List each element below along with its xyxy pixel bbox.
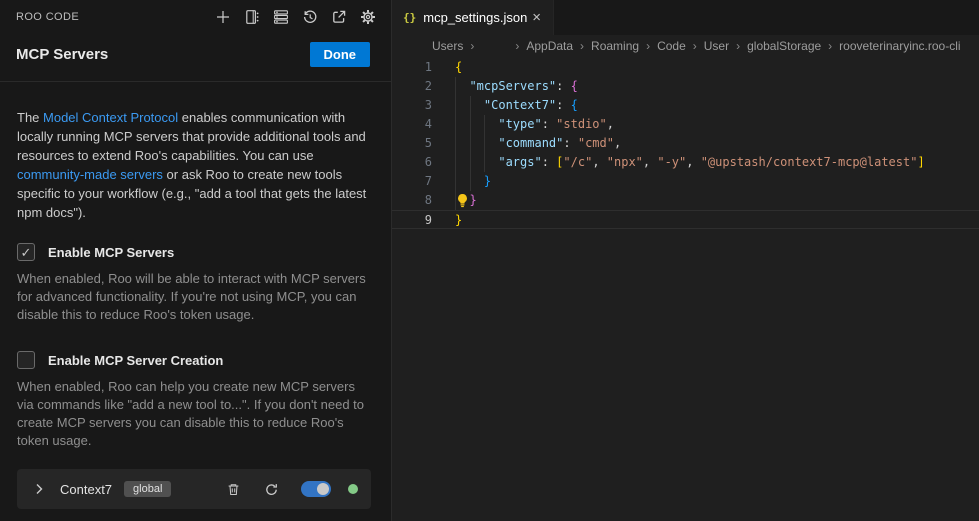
breadcrumb-separator-icon: › (646, 39, 650, 53)
open-in-editor-icon[interactable] (330, 8, 348, 26)
code-text: "command": "cmd", (432, 134, 621, 153)
line-number: 8 (392, 191, 432, 210)
code-text: "args": ["/c", "npx", "-y", "@upstash/co… (432, 153, 925, 172)
mcp-server-icon[interactable] (272, 8, 290, 26)
roo-code-panel: ROO CODE (0, 0, 392, 521)
breadcrumb-separator-icon: › (693, 39, 697, 53)
enable-mcp-creation-checkbox[interactable] (17, 351, 35, 369)
enable-mcp-servers-checkbox[interactable]: ✓ (17, 243, 35, 261)
breadcrumb-item[interactable]: Code (657, 39, 686, 53)
toggle-knob (317, 483, 329, 495)
breadcrumb-separator-icon: › (828, 39, 832, 53)
line-number: 4 (392, 115, 432, 134)
lightbulb-icon[interactable] (456, 193, 469, 208)
breadcrumb-separator-icon: › (515, 39, 519, 53)
editor-pane: {} mcp_settings.json × Users › › AppData › Ro… (392, 0, 979, 521)
code-text: } (432, 211, 462, 228)
close-tab-icon[interactable]: × (530, 10, 543, 25)
enable-mcp-creation-label: Enable MCP Server Creation (48, 353, 223, 368)
code-text: { (432, 58, 462, 77)
server-row-context7: Context7 global (17, 469, 371, 509)
breadcrumb-item[interactable]: User (704, 39, 729, 53)
line-number: 1 (392, 58, 432, 77)
breadcrumb-item[interactable]: AppData (526, 39, 573, 53)
enable-mcp-creation-description: When enabled, Roo can help you create ne… (17, 378, 369, 450)
code-line: 9} (392, 210, 979, 229)
code-text: "Context7": { (432, 96, 578, 115)
breadcrumb-item[interactable]: globalStorage (747, 39, 821, 53)
tab-mcp-settings-json[interactable]: {} mcp_settings.json × (392, 0, 554, 35)
code-text: "mcpServers": { (432, 77, 578, 96)
server-name: Context7 (60, 482, 112, 497)
code-line: 4 "type": "stdio", (392, 115, 979, 134)
panel-toolbar (214, 8, 377, 26)
intro-paragraph: The Model Context Protocol enables commu… (17, 108, 373, 222)
breadcrumb-separator-icon: › (736, 39, 740, 53)
notebook-icon[interactable] (243, 8, 261, 26)
code-line: 8 } (392, 191, 979, 210)
server-enabled-toggle[interactable] (301, 481, 331, 497)
settings-gear-icon[interactable] (359, 8, 377, 26)
code-text: "type": "stdio", (432, 115, 614, 134)
line-number: 9 (392, 211, 432, 228)
code-line: 6 "args": ["/c", "npx", "-y", "@upstash/… (392, 153, 979, 172)
text-link[interactable]: community-made servers (17, 167, 163, 182)
server-scope-badge: global (124, 481, 171, 497)
breadcrumb-separator-icon: › (470, 39, 474, 53)
enable-mcp-creation-section: Enable MCP Server Creation When enabled,… (17, 351, 371, 450)
chevron-right-icon[interactable] (30, 480, 48, 498)
code-line: 5 "command": "cmd", (392, 134, 979, 153)
breadcrumb-separator-icon: › (580, 39, 584, 53)
done-button[interactable]: Done (310, 42, 371, 67)
code-text: } (432, 191, 477, 210)
code-line: 1{ (392, 58, 979, 77)
panel-title: ROO CODE (16, 11, 79, 23)
breadcrumb: Users › › AppData › Roaming › Code › User › globalS… (392, 35, 979, 57)
page-title: MCP Servers (16, 46, 108, 63)
json-file-icon: {} (403, 11, 416, 24)
enable-mcp-servers-label: Enable MCP Servers (48, 245, 174, 260)
line-number: 6 (392, 153, 432, 172)
enable-mcp-servers-section: ✓ Enable MCP Servers When enabled, Roo w… (17, 243, 371, 324)
breadcrumb-item[interactable]: rooveterinaryinc.roo-cli (839, 39, 960, 53)
text-link[interactable]: Model Context Protocol (43, 110, 178, 125)
server-status-dot (348, 484, 358, 494)
code-line: 2 "mcpServers": { (392, 77, 979, 96)
code-line: 3 "Context7": { (392, 96, 979, 115)
breadcrumb-item[interactable]: Users (432, 39, 463, 53)
line-number: 5 (392, 134, 432, 153)
code-text: } (432, 172, 491, 191)
plus-icon[interactable] (214, 8, 232, 26)
code-line: 7 } (392, 172, 979, 191)
tab-label: mcp_settings.json (423, 10, 527, 25)
enable-mcp-servers-description: When enabled, Roo will be able to intera… (17, 270, 369, 324)
delete-server-icon[interactable] (224, 480, 242, 498)
editor-tab-bar: {} mcp_settings.json × (392, 0, 979, 35)
line-number: 2 (392, 77, 432, 96)
line-number: 7 (392, 172, 432, 191)
code-editor[interactable]: 1{2 "mcpServers": {3 "Context7": {4 "typ… (392, 57, 979, 521)
line-number: 3 (392, 96, 432, 115)
restart-server-icon[interactable] (262, 480, 280, 498)
panel-header: ROO CODE (0, 0, 391, 82)
breadcrumb-item[interactable]: Roaming (591, 39, 639, 53)
history-icon[interactable] (301, 8, 319, 26)
